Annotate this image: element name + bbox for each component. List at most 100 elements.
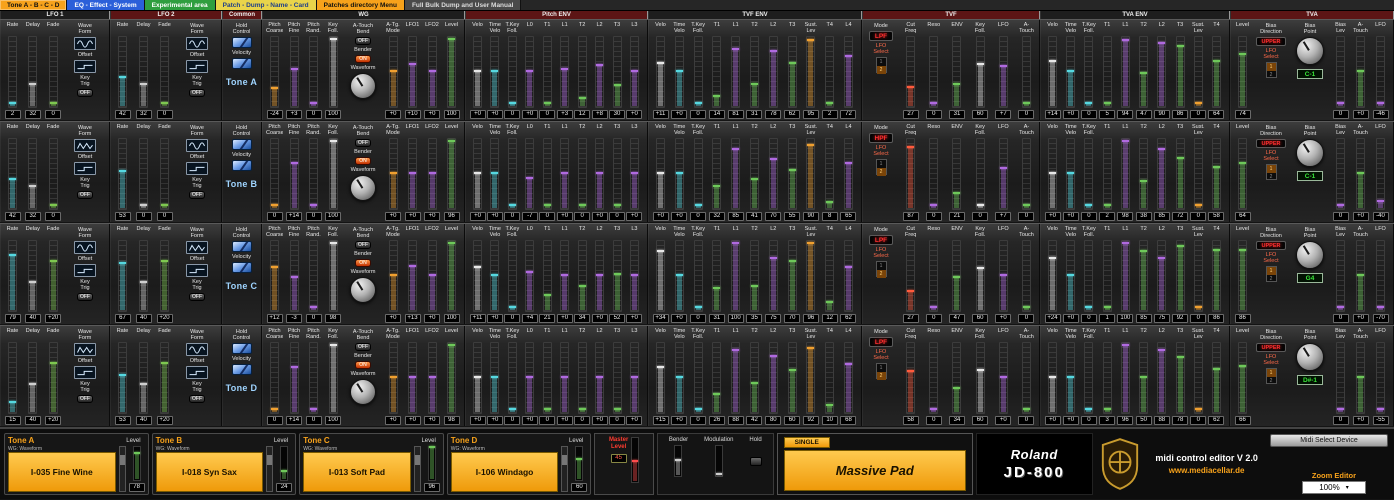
tone-a-tvf-env-t4-9-slider[interactable] (825, 36, 835, 108)
tone-d-lfo2-rate-slider[interactable] (118, 342, 127, 414)
tone-c-tvf-cut-freq-slider[interactable] (906, 240, 916, 312)
tone-c-bias-point-knob[interactable] (1296, 241, 1324, 269)
tone-a-velocity-switch[interactable] (231, 58, 252, 69)
tone-a-tva-env-t1-3-slider[interactable] (1102, 36, 1112, 108)
tone-c-tva-env-sust-lev-8-slider[interactable] (1193, 240, 1203, 312)
tone-d-tvf-a-touch-slider[interactable] (1021, 342, 1031, 414)
tone-c-tva-env-t3-7-slider[interactable] (1175, 240, 1185, 312)
tone-c-tvf-env-velo-0-slider[interactable] (656, 240, 665, 312)
tone-c-tvf-env-l4-10-slider[interactable] (843, 240, 853, 312)
tone-c-waveform-knob[interactable] (350, 277, 376, 303)
tone-d-pitch-env-l3-9-slider[interactable] (629, 342, 639, 414)
tone-b-lfo1-fade-slider[interactable] (48, 138, 58, 210)
bottom-tone-waveform-scrollbar[interactable] (413, 446, 421, 492)
tone-c-tva-lfo-slider[interactable] (1376, 240, 1385, 312)
tone-d-wg-key-foll-slider[interactable] (328, 342, 338, 414)
tone-a-hold-control-switch[interactable] (231, 37, 252, 48)
tone-d-tva-level-slider[interactable] (1238, 342, 1247, 414)
tone-c-tva-env-t4-9-slider[interactable] (1211, 240, 1221, 312)
tone-b-tva-env-t3-7-slider[interactable] (1175, 138, 1185, 210)
tone-d-lfo1-key-trig-button[interactable]: OFF (76, 395, 93, 403)
tone-a-pitch-env-t2-6-slider[interactable] (577, 36, 587, 108)
tone-a-tva-env-velo-0-slider[interactable] (1048, 36, 1057, 108)
tone-b-tvf-env-t4-9-slider[interactable] (825, 138, 835, 210)
tab-eq-effect-system[interactable]: EQ - Effect - System (67, 0, 145, 10)
tone-a-tvf-key-foll-slider[interactable] (975, 36, 985, 108)
tone-a-pitch-env-t-key-foll-2-slider[interactable] (507, 36, 517, 108)
tone-c-lfo2-key-trig-button[interactable]: OFF (189, 293, 205, 301)
bottom-tone-waveform-scrollbar[interactable] (118, 446, 126, 492)
tone-d-hold-control-switch[interactable] (231, 343, 252, 354)
tone-a-pitch-env-velo-0-slider[interactable] (473, 36, 482, 108)
tone-a-tva-lfo-slider[interactable] (1376, 36, 1385, 108)
tone-a-wg-pitch-coarse-slider[interactable] (270, 36, 279, 108)
tone-a-tvf-env-l2-6-slider[interactable] (768, 36, 778, 108)
tone-c-filter-mode-button[interactable]: LPF (869, 235, 893, 245)
tone-b-pitch-env-l1-5-slider[interactable] (560, 138, 570, 210)
tone-b-bender-button[interactable]: ON (355, 157, 371, 165)
tone-a-lfo1-delay-slider[interactable] (28, 36, 38, 108)
tone-d-tvf-env-sust-lev-8-slider[interactable] (806, 342, 816, 414)
tone-d-tvf-env-velo-0-slider[interactable] (656, 342, 665, 414)
tone-a-tvf-reso-slider[interactable] (929, 36, 939, 108)
tone-b-tva-env-l1-4-slider[interactable] (1120, 138, 1130, 210)
tone-a-bias-direction-button[interactable]: UPPER (1256, 37, 1286, 46)
tone-d-tva-a-touch-slider[interactable] (1356, 342, 1365, 414)
tone-c-lfo2-rate-slider[interactable] (118, 240, 127, 312)
tone-c-pitch-env-velo-0-slider[interactable] (473, 240, 482, 312)
tone-b-tva-env-t2-5-slider[interactable] (1139, 138, 1149, 210)
tone-b-tvf-env-velo-0-slider[interactable] (656, 138, 665, 210)
tab-experimental-area[interactable]: Experimental area (144, 0, 216, 10)
tab-patches-directory-menu[interactable]: Patches directory Menu (316, 0, 405, 10)
tone-b-pitch-env-l3-9-slider[interactable] (629, 138, 639, 210)
tone-b-tvf-env-l4-10-slider[interactable] (843, 138, 853, 210)
tone-c-pitch-env-l0-3-slider[interactable] (525, 240, 535, 312)
tone-d-tvf-lfo-select[interactable]: 12 (875, 363, 887, 380)
tone-a-tva-env-t-key-foll-2-slider[interactable] (1084, 36, 1094, 108)
tone-a-tva-a-touch-slider[interactable] (1356, 36, 1365, 108)
tone-b-pitch-env-l2-7-slider[interactable] (595, 138, 605, 210)
bottom-tone-tone-b-level-slider[interactable] (280, 446, 289, 482)
modulation-slider[interactable] (714, 445, 723, 477)
tone-c-tva-env-t1-3-slider[interactable] (1102, 240, 1112, 312)
tone-d-tva-env-velo-0-slider[interactable] (1048, 342, 1057, 414)
tone-b-tva-env-t1-3-slider[interactable] (1102, 138, 1112, 210)
tone-c-wg-pitch-rand-slider[interactable] (309, 240, 318, 312)
tone-c-tvf-lfo-select[interactable]: 12 (875, 261, 887, 278)
tone-d-lfo2-fade-slider[interactable] (160, 342, 169, 414)
tone-b-tvf-env-l1-4-slider[interactable] (731, 138, 741, 210)
tab-tone-a-b-c-d[interactable]: Tone A - B - C - D (0, 0, 68, 10)
tone-a-waveform-knob[interactable] (350, 73, 376, 99)
tone-d-tvf-reso-slider[interactable] (929, 342, 939, 414)
tone-b-tva-env-t4-9-slider[interactable] (1211, 138, 1221, 210)
tone-b-tva-env-velo-0-slider[interactable] (1048, 138, 1057, 210)
tone-d-tva-lfo-select[interactable]: 12 (1265, 368, 1277, 384)
tone-d-tva-env-t2-5-slider[interactable] (1139, 342, 1149, 414)
bottom-tone-tone-a-level-slider[interactable] (132, 446, 141, 482)
tone-a-tvf-lfo-slider[interactable] (998, 36, 1008, 108)
tone-b-wg-key-foll-slider[interactable] (328, 138, 338, 210)
tone-b-wg-pitch-rand-slider[interactable] (309, 138, 318, 210)
tone-d-wg-lfo2-slider[interactable] (427, 342, 437, 414)
tone-a-tvf-lfo-select[interactable]: 12 (875, 57, 887, 74)
tone-d-pitch-env-t3-8-slider[interactable] (612, 342, 622, 414)
tone-d-tva-env-l2-6-slider[interactable] (1157, 342, 1167, 414)
tone-d-pitch-env-l0-3-slider[interactable] (525, 342, 535, 414)
tone-b-hold-control-switch[interactable] (231, 139, 252, 150)
tone-c-tva-env-t2-5-slider[interactable] (1139, 240, 1149, 312)
tone-d-lfo1-fade-slider[interactable] (48, 342, 58, 414)
tone-c-wg-pitch-fine-slider[interactable] (289, 240, 299, 312)
tone-a-bias-point-knob[interactable] (1296, 37, 1324, 65)
tone-b-tvf-a-touch-slider[interactable] (1021, 138, 1031, 210)
tone-d-wg-pitch-fine-slider[interactable] (289, 342, 299, 414)
tone-d-bender-button[interactable]: ON (355, 361, 371, 369)
tone-a-wg-lfo1-slider[interactable] (408, 36, 417, 108)
tone-b-lfo2-key-trig-button[interactable]: OFF (189, 191, 205, 199)
tone-a-wg-a-tg-mode-slider[interactable] (388, 36, 398, 108)
tone-d-tva-env-t-key-foll-2-slider[interactable] (1084, 342, 1094, 414)
tone-a-tva-lfo-select[interactable]: 12 (1265, 62, 1277, 78)
tone-a-pitch-env-l0-3-slider[interactable] (525, 36, 535, 108)
tone-c-pitch-env-t1-4-slider[interactable] (542, 240, 552, 312)
tone-b-tvf-lfo-slider[interactable] (998, 138, 1008, 210)
tone-d-tvf-env-t1-3-slider[interactable] (712, 342, 722, 414)
